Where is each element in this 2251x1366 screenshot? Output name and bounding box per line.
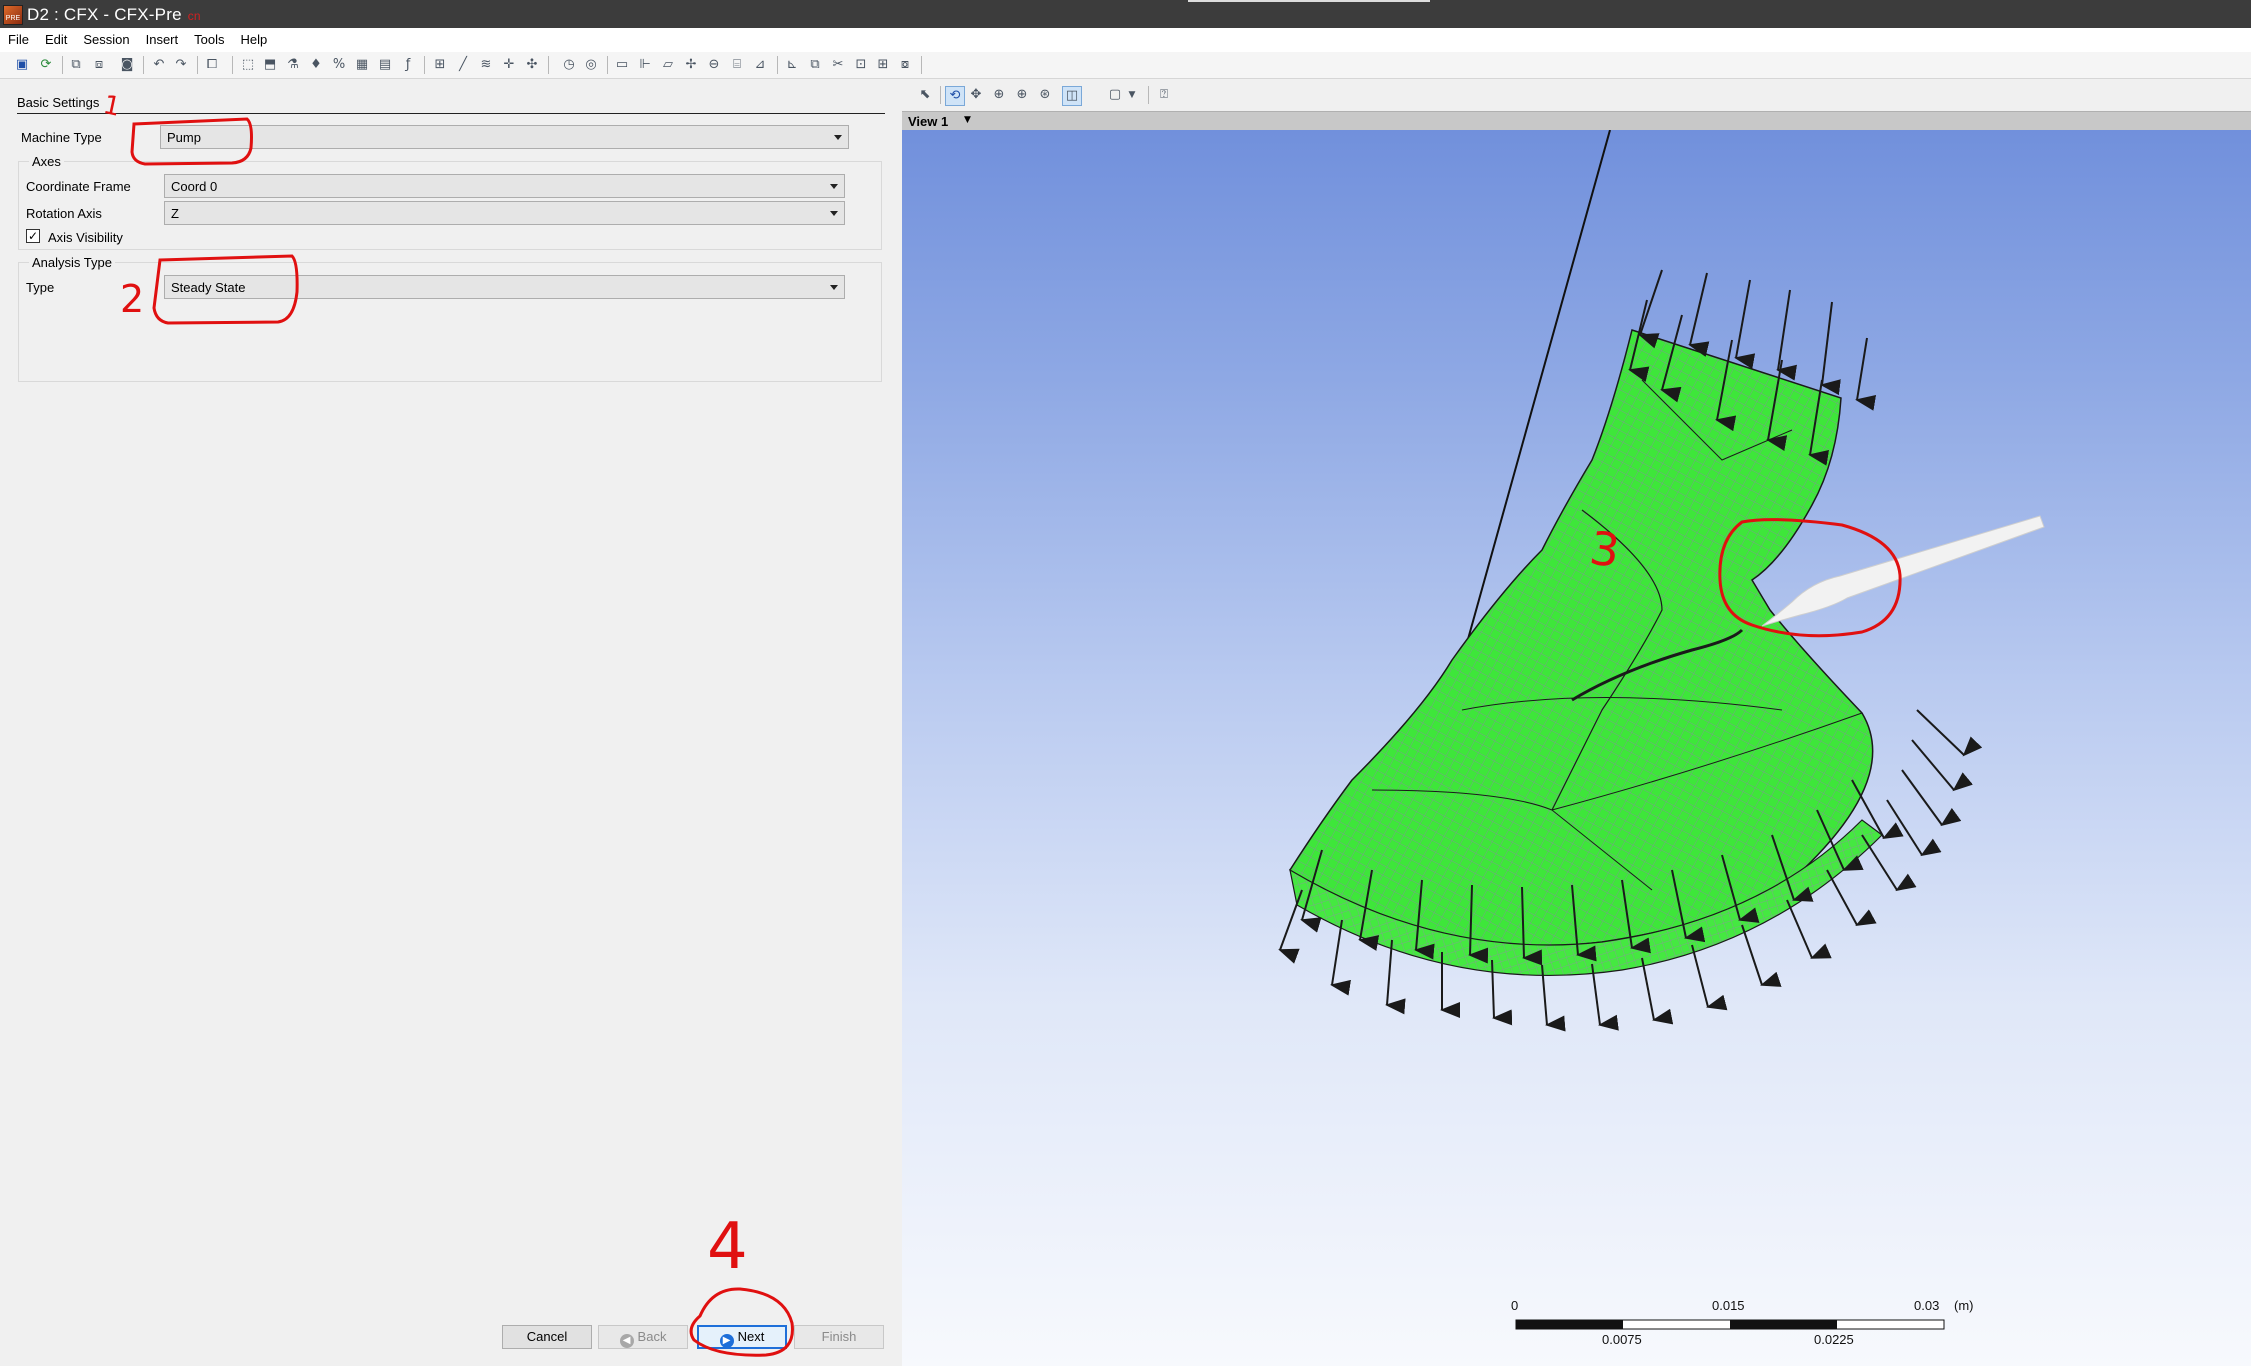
zoom-icon[interactable]: ⊕ <box>990 86 1008 104</box>
annotation-circle-next <box>689 1287 794 1357</box>
view-dropdown-icon[interactable]: ▼ <box>964 115 971 125</box>
scale-label-00225: 0.0225 <box>1814 1332 1854 1347</box>
annotation-circle-machine-type <box>130 117 253 166</box>
annotation-circle-analysis-type <box>152 254 299 325</box>
scale-label-0: 0 <box>1511 1298 1519 1313</box>
rotation-direction-arrow <box>1761 515 2045 627</box>
scale-unit: (m) <box>1954 1298 1974 1313</box>
pan-icon[interactable]: ✥ <box>967 86 985 104</box>
highlight-icon[interactable]: ◫ <box>1062 86 1082 106</box>
toolbar-separator <box>940 86 941 104</box>
annotation-step-1: 1 <box>101 90 123 123</box>
viewer-toolbar: ⬉ ⟲ ✥ ⊕ ⊕ ⊛ ◫ ▢ ▼ ⍰ <box>902 79 2251 111</box>
impeller-mesh-body <box>1289 329 1874 947</box>
scale-label-00075: 0.0075 <box>1602 1332 1642 1347</box>
zoom-fit-icon[interactable]: ⊛ <box>1036 86 1054 104</box>
geometry-canvas: 3 <box>1278 130 2045 1330</box>
viewport-layout-icon[interactable]: ▢ <box>1106 86 1124 104</box>
toolbar-separator <box>1148 86 1149 104</box>
view-selector-bar: View 1 ▼ <box>902 111 2251 131</box>
annotation-step-4: 4 <box>707 1210 748 1284</box>
help-pointer-icon[interactable]: ⍰ <box>1155 86 1173 104</box>
title-bar-indicator <box>1188 0 1430 2</box>
scale-bar <box>1515 1319 1945 1330</box>
annotation-step-2: 2 <box>120 277 144 321</box>
scale-label-0015: 0.015 <box>1712 1298 1745 1313</box>
select-icon[interactable]: ⬉ <box>916 86 934 104</box>
view-label[interactable]: View 1 <box>908 114 948 129</box>
rotate-icon[interactable]: ⟲ <box>945 86 965 106</box>
dropdown-icon[interactable]: ▼ <box>1123 86 1141 104</box>
3d-viewport[interactable]: 3 0 0.015 0.03 (m) 0.0075 0.0225 <box>902 130 2251 1366</box>
scale-label-003: 0.03 <box>1914 1298 1940 1313</box>
zoom-box-icon[interactable]: ⊕ <box>1013 86 1031 104</box>
toolbar-separator <box>921 56 922 74</box>
annotation-overlay-left: 1 2 4 <box>101 90 794 1357</box>
